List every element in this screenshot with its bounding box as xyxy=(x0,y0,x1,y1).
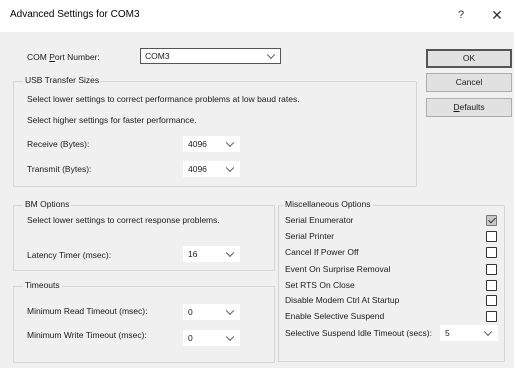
defaults-label-rest: efaults xyxy=(459,102,485,112)
com-port-label: COM Port Number: xyxy=(27,52,100,62)
cancel-button[interactable]: Cancel xyxy=(426,73,512,92)
usb-info-line1: Select lower settings to correct perform… xyxy=(27,94,300,104)
com-port-label-post: ort Number: xyxy=(54,52,100,62)
event-on-surprise-removal-checkbox[interactable] xyxy=(486,264,497,275)
transmit-value: 4096 xyxy=(188,164,207,174)
close-icon[interactable]: ✕ xyxy=(486,5,508,25)
com-port-label-pre: COM xyxy=(27,52,50,62)
bm-info-line1: Select lower settings to correct respons… xyxy=(27,215,220,225)
cancel-if-power-off-checkbox[interactable] xyxy=(486,247,497,258)
receive-select[interactable]: 4096 xyxy=(183,136,240,152)
set-rts-on-close-checkbox[interactable] xyxy=(486,280,497,291)
chevron-down-icon xyxy=(266,50,276,60)
help-icon[interactable]: ? xyxy=(452,5,470,25)
serial-printer-checkbox[interactable] xyxy=(486,231,497,242)
misc-option-label: Event On Surprise Removal xyxy=(285,264,391,274)
min-read-timeout-label: Minimum Read Timeout (msec): xyxy=(27,306,148,316)
window-title: Advanced Settings for COM3 xyxy=(10,9,140,20)
latency-value: 16 xyxy=(188,249,198,259)
transmit-select[interactable]: 4096 xyxy=(183,161,240,177)
misc-options-title: Miscellaneous Options xyxy=(283,199,373,209)
chevron-down-icon xyxy=(225,163,235,173)
idle-timeout-value: 5 xyxy=(445,328,450,338)
min-write-timeout-select[interactable]: 0 xyxy=(183,330,240,346)
disable-modem-ctrl-checkbox[interactable] xyxy=(486,295,497,306)
misc-option-label: Disable Modem Ctrl At Startup xyxy=(285,295,400,305)
com-port-select[interactable]: COM3 xyxy=(140,48,281,64)
defaults-button[interactable]: Defaults xyxy=(426,98,512,117)
misc-option-label: Serial Enumerator xyxy=(285,215,354,225)
chevron-down-icon xyxy=(483,327,493,337)
enable-selective-suspend-checkbox[interactable] xyxy=(486,311,497,322)
min-write-timeout-label: Minimum Write Timeout (msec): xyxy=(27,330,147,340)
min-read-timeout-value: 0 xyxy=(188,307,193,317)
receive-value: 4096 xyxy=(188,139,207,149)
timeouts-title: Timeouts xyxy=(23,280,62,290)
latency-label: Latency Timer (msec): xyxy=(27,250,112,260)
receive-label: Receive (Bytes): xyxy=(27,139,90,149)
serial-enumerator-checkbox[interactable] xyxy=(486,215,497,226)
latency-select[interactable]: 16 xyxy=(183,246,240,262)
chevron-down-icon xyxy=(225,248,235,258)
min-write-timeout-value: 0 xyxy=(188,333,193,343)
misc-option-label: Set RTS On Close xyxy=(285,280,355,290)
title-bar: Advanced Settings for COM3 ? ✕ xyxy=(0,0,514,32)
usb-transfer-title: USB Transfer Sizes xyxy=(23,75,102,85)
bm-options-title: BM Options xyxy=(23,199,72,209)
misc-option-label: Serial Printer xyxy=(285,231,335,241)
com-port-value: COM3 xyxy=(145,51,170,61)
misc-option-label: Enable Selective Suspend xyxy=(285,311,385,321)
ok-button[interactable]: OK xyxy=(426,49,512,68)
usb-info-line2: Select higher settings for faster perfor… xyxy=(27,115,197,125)
timeouts-group xyxy=(13,286,275,363)
min-read-timeout-select[interactable]: 0 xyxy=(183,304,240,320)
transmit-label: Transmit (Bytes): xyxy=(27,164,92,174)
chevron-down-icon xyxy=(225,332,235,342)
idle-timeout-select[interactable]: 5 xyxy=(440,325,498,341)
misc-option-label: Cancel If Power Off xyxy=(285,247,359,257)
idle-timeout-label: Selective Suspend Idle Timeout (secs): xyxy=(285,328,432,338)
chevron-down-icon xyxy=(225,306,235,316)
chevron-down-icon xyxy=(225,138,235,148)
